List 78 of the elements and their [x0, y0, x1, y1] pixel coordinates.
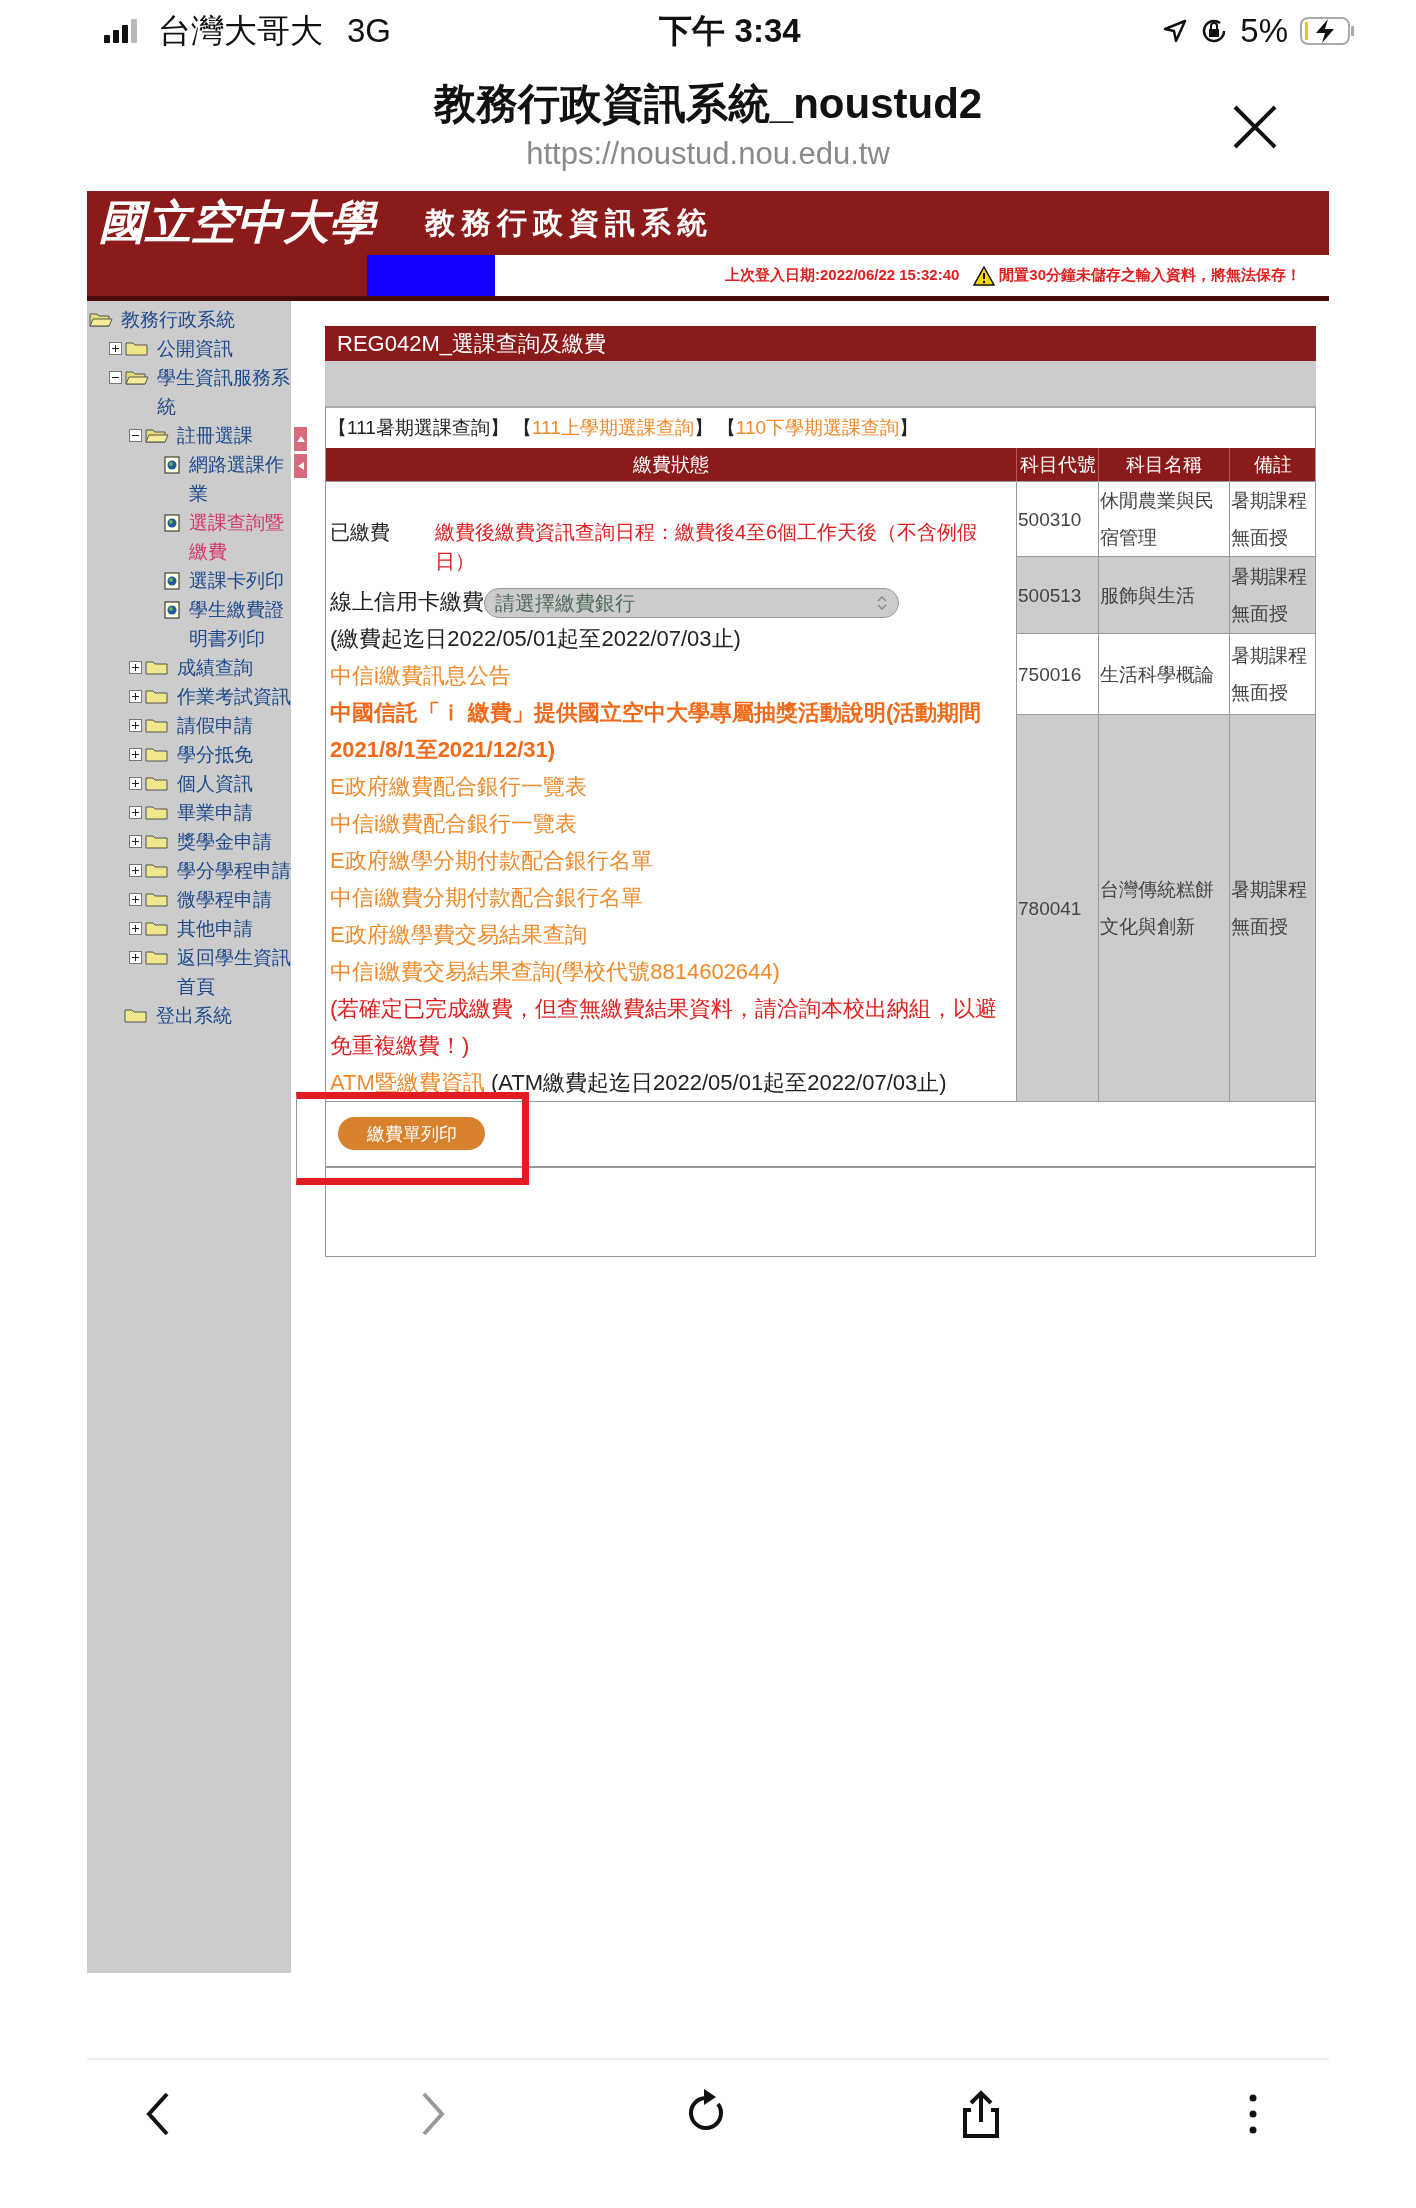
- payment-status: 已繳費: [330, 520, 391, 545]
- tree-item[interactable]: 網路選課作業: [189, 450, 291, 508]
- carrier-name: 台灣大哥大: [158, 10, 323, 51]
- tree-item[interactable]: 登出系統: [156, 1001, 291, 1030]
- expand-toggle-icon[interactable]: [129, 835, 142, 848]
- battery-charging-icon: [1300, 16, 1356, 46]
- page-icon: [164, 514, 181, 532]
- system-name: 教務行政資訊系統: [425, 205, 713, 241]
- page-icon: [164, 601, 181, 619]
- tree-item[interactable]: 學生資訊服務系統: [157, 363, 291, 421]
- tree-item[interactable]: 作業考試資訊: [177, 682, 291, 711]
- status-note: 繳費後繳費資訊查詢日程：繳費後4至6個工作天後（不含例假日）: [435, 520, 979, 574]
- table-cell: 780041: [1016, 714, 1098, 1101]
- table-cell: 暑期課程無面授: [1229, 556, 1315, 633]
- tree-item[interactable]: 其他申請: [177, 914, 291, 943]
- expand-toggle-icon[interactable]: [129, 719, 142, 732]
- table-cell: 服飾與生活: [1098, 556, 1229, 633]
- expand-toggle-icon[interactable]: [129, 951, 142, 964]
- tree-item[interactable]: 學分抵免: [177, 740, 291, 769]
- link[interactable]: 中國信託「ｉ 繳費」提供國立空中大學專屬抽獎活動說明(活動期間2021/8/1至2021/12/31): [330, 694, 1012, 768]
- expand-toggle-icon[interactable]: [129, 806, 142, 819]
- tree-item[interactable]: 個人資訊: [177, 769, 291, 798]
- tree-item[interactable]: 獎學金申請: [177, 827, 291, 856]
- table-cell: 台灣傳統糕餅文化與創新: [1098, 714, 1229, 1101]
- table-cell: 暑期課程無面授: [1229, 714, 1315, 1101]
- chevron-updown-icon: [876, 595, 888, 612]
- tree-item[interactable]: 請假申請: [177, 711, 291, 740]
- warning-text: (若確定已完成繳費，但查無繳費結果資料，請洽詢本校出納組，以避免重複繳費！): [330, 995, 999, 1060]
- collapse-toggle-icon[interactable]: [109, 371, 122, 384]
- page-icon: [164, 572, 181, 590]
- expand-toggle-icon[interactable]: [129, 893, 142, 906]
- tree-item[interactable]: 教務行政系統: [121, 305, 291, 334]
- bank-select[interactable]: 請選擇繳費銀行: [484, 588, 899, 619]
- tree-item[interactable]: 註冊選課: [177, 421, 291, 450]
- expand-toggle-icon[interactable]: [129, 748, 142, 761]
- column-header: 備註: [1229, 448, 1315, 481]
- collapse-sidebar-button[interactable]: [294, 454, 307, 478]
- tree-item[interactable]: 選課卡列印: [189, 566, 291, 595]
- credit-period-note: (繳費起迄日2022/05/01起至2022/07/03止): [330, 625, 742, 653]
- tree-item[interactable]: 選課查詢暨繳費: [189, 508, 291, 566]
- expand-toggle-icon[interactable]: [129, 661, 142, 674]
- close-icon[interactable]: [1232, 104, 1278, 150]
- tree-item[interactable]: 返回學生資訊首頁: [177, 943, 291, 1001]
- semester-tab[interactable]: 【111暑期選課查詢】: [328, 415, 509, 441]
- tree-item[interactable]: 畢業申請: [177, 798, 291, 827]
- collapse-toggle-icon[interactable]: [129, 429, 142, 442]
- semester-tab[interactable]: 【111上學期選課查詢】: [512, 415, 713, 441]
- expand-toggle-icon[interactable]: [129, 922, 142, 935]
- tree-item[interactable]: 微學程申請: [177, 885, 291, 914]
- tree-item[interactable]: 公開資訊: [157, 334, 291, 363]
- column-header: 科目名稱: [1098, 448, 1229, 481]
- tree-item[interactable]: 學分學程申請: [177, 856, 291, 885]
- page-icon: [164, 456, 181, 474]
- column-header: 科目代號: [1016, 448, 1098, 481]
- tree-item[interactable]: 學生繳費證明書列印: [189, 595, 291, 653]
- network-type: 3G: [347, 12, 392, 50]
- page-heading: REG042M_選課查詢及繳費: [325, 326, 1316, 361]
- idle-warning-text: 閒置30分鐘未儲存之輸入資料，將無法保存！: [999, 266, 1301, 285]
- left-arrow-icon: [297, 462, 304, 470]
- expand-toggle-icon[interactable]: [129, 690, 142, 703]
- page-title: 教務行政資訊系統_noustud2: [433, 79, 983, 129]
- battery-percent: 5%: [1240, 12, 1288, 50]
- warning-icon: [973, 265, 996, 286]
- credit-card-label: 線上信用卡繳費: [330, 589, 484, 614]
- print-bill-button[interactable]: 繳費單列印: [338, 1117, 485, 1150]
- page-url: https://noustud.nou.edu.tw: [526, 136, 890, 172]
- location-arrow-icon: [1162, 18, 1189, 44]
- scroll-up-button[interactable]: [294, 427, 307, 451]
- up-arrow-icon: [296, 436, 305, 442]
- clock-time: 下午 3:34: [659, 11, 801, 49]
- column-header: 繳費狀態: [326, 448, 1016, 481]
- semester-tab[interactable]: 【110下學期選課查詢】: [716, 415, 919, 441]
- expand-toggle-icon[interactable]: [109, 342, 122, 355]
- expand-toggle-icon[interactable]: [129, 864, 142, 877]
- expand-toggle-icon[interactable]: [129, 777, 142, 790]
- tree-item[interactable]: 成績查詢: [177, 653, 291, 682]
- last-login-text: 上次登入日期:2022/06/22 15:32:40: [725, 266, 960, 285]
- table-cell: 500513: [1016, 556, 1098, 633]
